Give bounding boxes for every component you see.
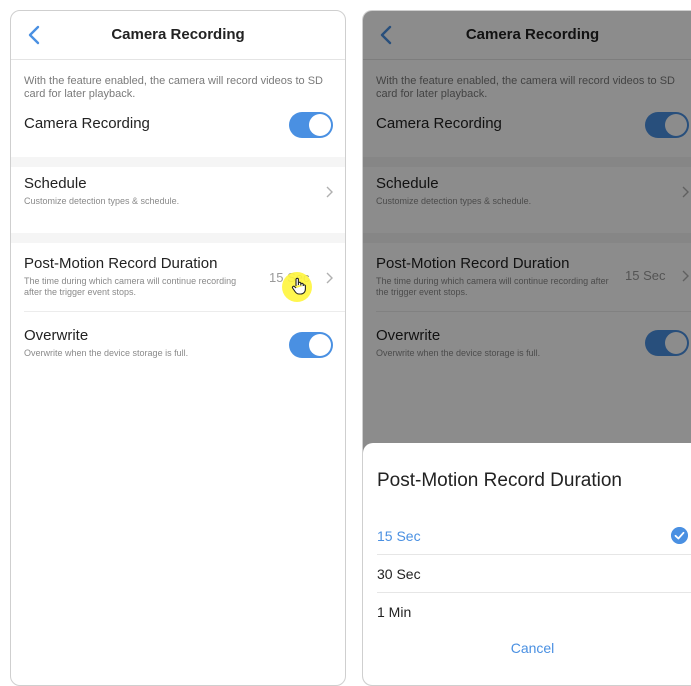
option-30-sec[interactable]: 30 Sec (377, 555, 691, 593)
settings-screen-with-sheet: Camera Recording With the feature enable… (362, 10, 691, 686)
option-label: 30 Sec (377, 566, 421, 582)
section-divider (11, 233, 345, 243)
toggle-knob (309, 114, 331, 136)
chevron-right-icon[interactable] (325, 186, 333, 198)
overwrite-toggle[interactable] (289, 332, 333, 358)
section-divider (11, 157, 345, 167)
hand-pointer-icon (291, 277, 306, 295)
toggle-knob (309, 334, 331, 356)
row-separator (24, 311, 345, 312)
option-label: 15 Sec (377, 528, 421, 544)
check-circle-icon (671, 527, 688, 544)
nav-bar: Camera Recording (11, 11, 345, 60)
post-motion-description: The time during which camera will contin… (24, 276, 237, 297)
option-15-sec[interactable]: 15 Sec (377, 517, 691, 555)
schedule-label: Schedule (24, 175, 87, 192)
post-motion-duration-row[interactable]: Post-Motion Record Duration The time dur… (24, 255, 255, 298)
camera-recording-toggle[interactable] (289, 112, 333, 138)
schedule-description: Customize detection types & schedule. (24, 196, 180, 206)
settings-screen: Camera Recording With the feature enable… (10, 10, 346, 686)
page-title: Camera Recording (111, 26, 245, 43)
chevron-right-icon[interactable] (325, 272, 333, 284)
sheet-title: Post-Motion Record Duration (377, 470, 622, 491)
schedule-row[interactable]: Schedule Customize detection types & sch… (24, 175, 345, 207)
duration-action-sheet: Post-Motion Record Duration 15 Sec 30 Se… (363, 443, 691, 685)
option-label: 1 Min (377, 604, 412, 620)
feature-description: With the feature enabled, the camera wil… (24, 75, 323, 100)
cancel-button[interactable]: Cancel (363, 640, 691, 656)
option-1-min[interactable]: 1 Min (377, 593, 691, 631)
post-motion-label: Post-Motion Record Duration (24, 255, 218, 272)
